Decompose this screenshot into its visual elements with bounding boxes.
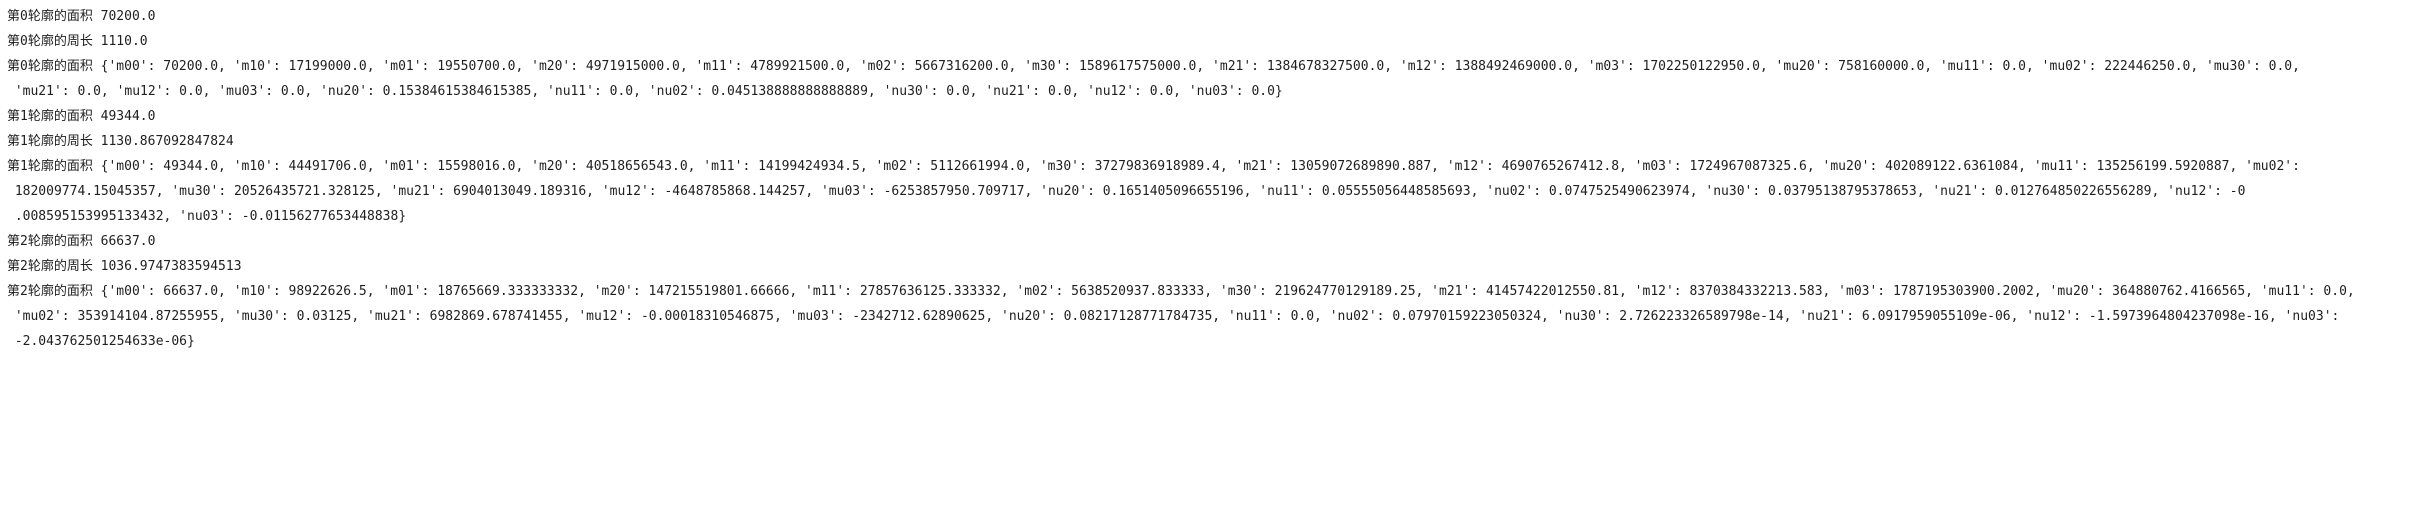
- console-line: 'mu02': 353914104.87255955, 'mu30': 0.03…: [7, 309, 2340, 324]
- console-line: 第1轮廓的周长 1130.867092847824: [7, 134, 234, 149]
- console-line: -2.043762501254633e-06}: [7, 334, 195, 349]
- console-output: 第0轮廓的面积 70200.0 第0轮廓的周长 1110.0 第0轮廓的面积 {…: [0, 0, 2434, 527]
- console-line: 第2轮廓的周长 1036.9747383594513: [7, 259, 242, 274]
- console-line: 第0轮廓的面积 {'m00': 70200.0, 'm10': 17199000…: [7, 59, 2300, 74]
- console-line: 第1轮廓的面积 49344.0: [7, 109, 156, 124]
- console-line: 第0轮廓的面积 70200.0: [7, 9, 156, 24]
- console-line: 'mu21': 0.0, 'mu12': 0.0, 'mu03': 0.0, '…: [7, 84, 1283, 99]
- console-line: 第2轮廓的面积 {'m00': 66637.0, 'm10': 98922626…: [7, 284, 2355, 299]
- console-line: 第1轮廓的面积 {'m00': 49344.0, 'm10': 44491706…: [7, 159, 2300, 174]
- console-line: 第2轮廓的面积 66637.0: [7, 234, 156, 249]
- console-line: 182009774.15045357, 'mu30': 20526435721.…: [7, 184, 2246, 199]
- console-line: 第0轮廓的周长 1110.0: [7, 34, 148, 49]
- console-line: .008595153995133432, 'nu03': -0.01156277…: [7, 209, 407, 224]
